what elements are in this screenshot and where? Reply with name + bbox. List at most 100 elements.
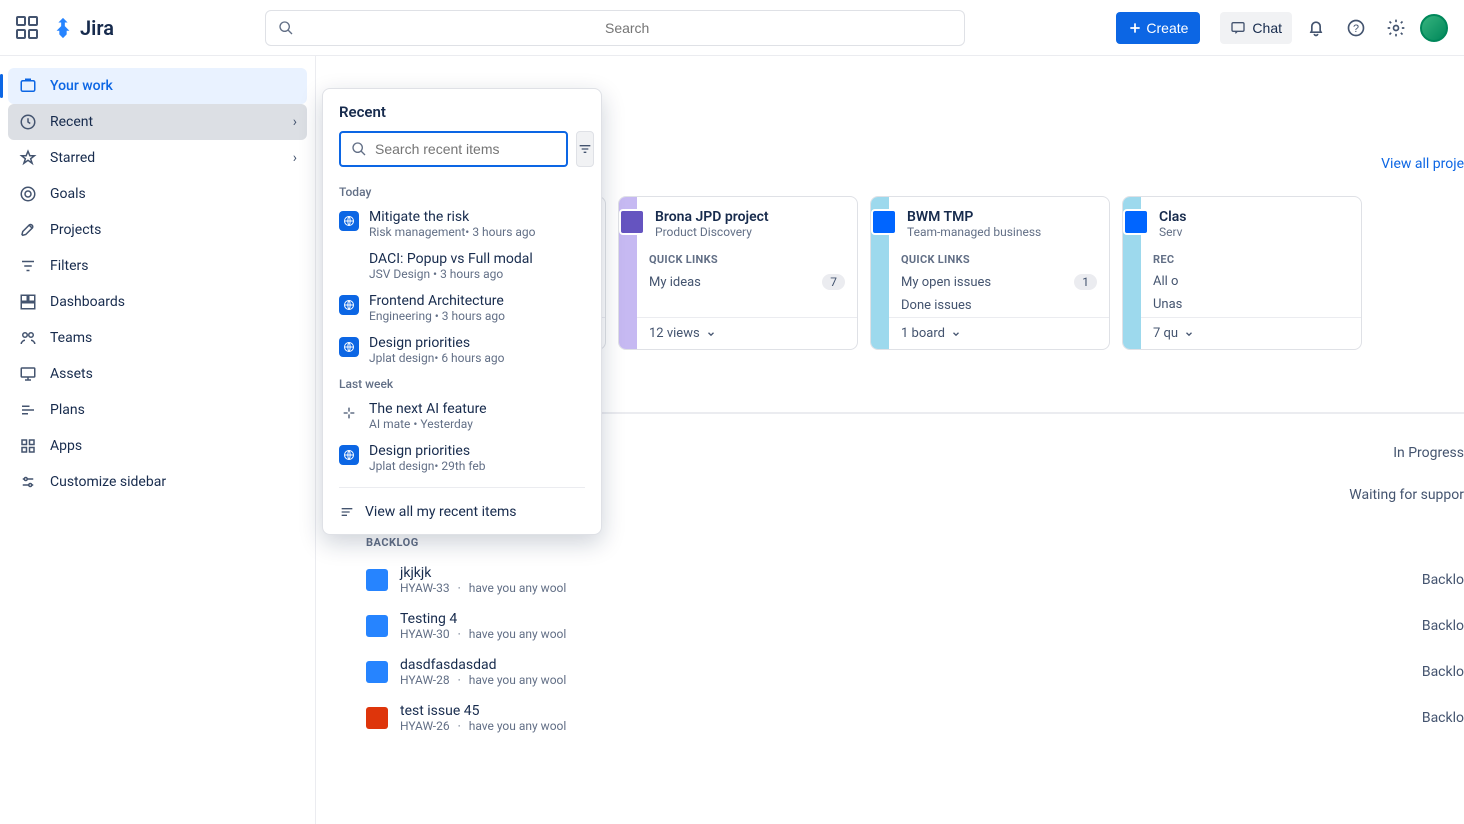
project-icon xyxy=(619,209,645,235)
sliders-icon xyxy=(18,472,38,492)
sidebar-item-teams[interactable]: Teams xyxy=(8,320,307,356)
issue-status: Backlo xyxy=(1422,664,1464,680)
sidebar-item-apps[interactable]: Apps xyxy=(8,428,307,464)
top-bar: Jira Create Chat ? xyxy=(0,0,1464,56)
global-search[interactable] xyxy=(265,10,965,46)
target-icon xyxy=(18,184,38,204)
issue-status: Backlo xyxy=(1422,618,1464,634)
project-footer[interactable]: 1 board xyxy=(889,317,1109,349)
issue-status: In Progress xyxy=(1393,445,1464,461)
chevron-right-icon: › xyxy=(293,150,297,166)
sidebar-item-starred[interactable]: Starred › xyxy=(8,140,307,176)
sidebar-item-goals[interactable]: Goals xyxy=(8,176,307,212)
search-icon xyxy=(351,141,367,157)
sidebar-item-dashboards[interactable]: Dashboards xyxy=(8,284,307,320)
issue-type-icon xyxy=(366,707,388,729)
flyout-search-input[interactable] xyxy=(375,141,556,157)
chevron-right-icon: › xyxy=(293,114,297,130)
issue-row[interactable]: Testing 4HYAW-30·have you any woolBacklo xyxy=(366,603,1464,649)
jira-logo-icon xyxy=(52,17,74,39)
globe-icon xyxy=(339,337,359,357)
svg-text:?: ? xyxy=(1353,23,1359,35)
view-all-projects-link[interactable]: View all proje xyxy=(1381,156,1464,172)
project-card[interactable]: ClasServRECAll oUnas7 qu xyxy=(1122,196,1362,350)
flyout-title: Recent xyxy=(323,103,601,131)
dashboard-icon xyxy=(18,292,38,312)
filter-icon xyxy=(18,256,38,276)
flyout-item[interactable]: Design prioritiesJplat design• 29th feb xyxy=(323,437,601,479)
issue-group-label: BACKLOG xyxy=(366,536,1464,549)
sidebar-item-recent[interactable]: Recent › xyxy=(8,104,307,140)
chevron-down-icon xyxy=(951,329,961,339)
filter-icon xyxy=(577,141,593,157)
flyout-filter-button[interactable] xyxy=(576,131,594,167)
project-icon xyxy=(1123,209,1149,235)
issue-status: Backlo xyxy=(1422,572,1464,588)
plus-icon xyxy=(1128,21,1142,35)
project-quick-link[interactable]: Unas xyxy=(1141,293,1361,316)
project-quick-link[interactable]: My ideas7 xyxy=(637,270,857,294)
issue-type-icon xyxy=(366,615,388,637)
rocket-icon xyxy=(18,220,38,240)
help-button[interactable]: ? xyxy=(1340,12,1372,44)
project-footer[interactable]: 12 views xyxy=(637,317,857,349)
gear-icon xyxy=(1386,18,1406,38)
sidebar-item-customize[interactable]: Customize sidebar xyxy=(8,464,307,500)
monitor-icon xyxy=(18,364,38,384)
issue-type-icon xyxy=(366,661,388,683)
globe-icon xyxy=(339,295,359,315)
flyout-item[interactable]: Frontend ArchitectureEngineering • 3 hou… xyxy=(323,287,601,329)
project-footer[interactable]: 7 qu xyxy=(1141,317,1361,349)
project-quick-link[interactable]: My open issues1 xyxy=(889,270,1109,294)
sidebar-item-projects[interactable]: Projects xyxy=(8,212,307,248)
app-switcher-icon[interactable] xyxy=(16,16,40,40)
settings-button[interactable] xyxy=(1380,12,1412,44)
issue-row[interactable]: jkjkjkHYAW-33·have you any woolBacklo xyxy=(366,557,1464,603)
sparkle-icon xyxy=(339,403,359,423)
issue-status: Backlo xyxy=(1422,710,1464,726)
search-input[interactable] xyxy=(302,20,952,36)
plans-icon xyxy=(18,400,38,420)
project-icon xyxy=(871,209,897,235)
chevron-down-icon xyxy=(706,329,716,339)
apps-icon xyxy=(18,436,38,456)
your-work-icon xyxy=(18,76,38,96)
globe-icon xyxy=(339,211,359,231)
sidebar-item-assets[interactable]: Assets xyxy=(8,356,307,392)
sidebar: Your work Recent › Starred › Goals Proje… xyxy=(0,56,316,824)
project-quick-link[interactable]: All o xyxy=(1141,270,1361,293)
sidebar-item-plans[interactable]: Plans xyxy=(8,392,307,428)
project-card[interactable]: BWM TMPTeam-managed businessQUICK LINKSM… xyxy=(870,196,1110,350)
list-icon xyxy=(339,504,355,520)
create-button[interactable]: Create xyxy=(1116,12,1200,44)
chevron-down-icon xyxy=(1184,329,1194,339)
flyout-item[interactable]: Mitigate the riskRisk management• 3 hour… xyxy=(323,203,601,245)
flyout-view-all[interactable]: View all my recent items xyxy=(323,496,601,524)
logo-text: Jira xyxy=(80,16,114,40)
issue-row[interactable]: test issue 45HYAW-26·have you any woolBa… xyxy=(366,695,1464,741)
flyout-group-label: Last week xyxy=(323,371,601,395)
project-quick-link[interactable]: Done issues xyxy=(889,294,1109,317)
sidebar-item-filters[interactable]: Filters xyxy=(8,248,307,284)
clock-icon xyxy=(18,112,38,132)
notifications-button[interactable] xyxy=(1300,12,1332,44)
star-icon xyxy=(18,148,38,168)
chat-button[interactable]: Chat xyxy=(1220,12,1292,44)
recent-flyout: Recent TodayMitigate the riskRisk manage… xyxy=(322,88,602,535)
issue-status: Waiting for suppor xyxy=(1349,487,1464,503)
search-icon xyxy=(278,20,294,36)
chat-icon xyxy=(1230,20,1246,36)
issue-row[interactable]: dasdfasdasdadHYAW-28·have you any woolBa… xyxy=(366,649,1464,695)
teams-icon xyxy=(18,328,38,348)
globe-icon xyxy=(339,445,359,465)
user-avatar[interactable] xyxy=(1420,14,1448,42)
flyout-group-label: Today xyxy=(323,179,601,203)
sidebar-item-your-work[interactable]: Your work xyxy=(8,68,307,104)
flyout-search[interactable] xyxy=(339,131,568,167)
help-icon: ? xyxy=(1346,18,1366,38)
flyout-item[interactable]: Design prioritiesJplat design• 6 hours a… xyxy=(323,329,601,371)
jira-logo[interactable]: Jira xyxy=(52,16,114,40)
flyout-item[interactable]: DACI: Popup vs Full modalJSV Design • 3 … xyxy=(323,245,601,287)
flyout-item[interactable]: The next AI featureAI mate • Yesterday xyxy=(323,395,601,437)
project-card[interactable]: Brona JPD projectProduct DiscoveryQUICK … xyxy=(618,196,858,350)
